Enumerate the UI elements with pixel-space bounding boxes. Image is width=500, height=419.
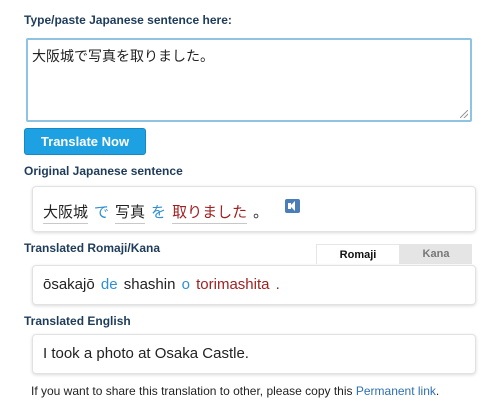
original-token[interactable]: 写真 [115, 201, 146, 224]
english-label: Translated English [24, 314, 131, 328]
romaji-token: ōsakajō [43, 276, 95, 293]
romaji-token: o [181, 276, 190, 293]
tab-kana[interactable]: Kana [400, 244, 472, 264]
share-note: If you want to share this translation to… [31, 384, 439, 398]
japanese-input[interactable]: 大阪城で写真を取りました。 [26, 38, 472, 122]
share-note-text: If you want to share this translation to… [31, 384, 356, 398]
original-label: Original Japanese sentence [24, 164, 183, 178]
romaji-panel: ōsakajō de shashin o torimashita . [32, 265, 476, 305]
original-token[interactable]: で [94, 201, 109, 223]
original-sentence-panel: 大阪城で写真を取りました。 [32, 186, 476, 232]
input-label: Type/paste Japanese sentence here: [24, 13, 232, 27]
resize-grip-icon[interactable] [460, 110, 468, 118]
romaji-token: shashin [123, 276, 176, 293]
english-translation: I took a photo at Osaka Castle. [43, 345, 249, 362]
speaker-icon[interactable] [284, 199, 300, 213]
english-panel: I took a photo at Osaka Castle. [32, 334, 476, 374]
romaji-tokens: ōsakajō de shashin o torimashita . [43, 276, 282, 293]
original-token[interactable]: を [151, 201, 166, 223]
romaji-token: . [275, 276, 280, 293]
romaji-kana-tabs: Romaji Kana [316, 244, 472, 264]
share-note-end: . [435, 384, 440, 398]
translator-page: Type/paste Japanese sentence here: 大阪城で写… [0, 0, 500, 419]
original-token[interactable]: 大阪城 [43, 201, 89, 224]
romaji-token: de [100, 276, 118, 293]
romaji-token: torimashita [196, 276, 270, 293]
original-token[interactable]: 取りました [172, 201, 248, 224]
translate-now-button[interactable]: Translate Now [24, 128, 146, 155]
japanese-input-value: 大阪城で写真を取りました。 [32, 49, 214, 65]
tab-romaji[interactable]: Romaji [316, 244, 400, 264]
original-token[interactable]: 。 [253, 201, 268, 223]
original-tokens: 大阪城で写真を取りました。 [43, 201, 274, 224]
permanent-link[interactable]: Permanent link [356, 384, 436, 398]
romaji-label: Translated Romaji/Kana [24, 241, 161, 255]
